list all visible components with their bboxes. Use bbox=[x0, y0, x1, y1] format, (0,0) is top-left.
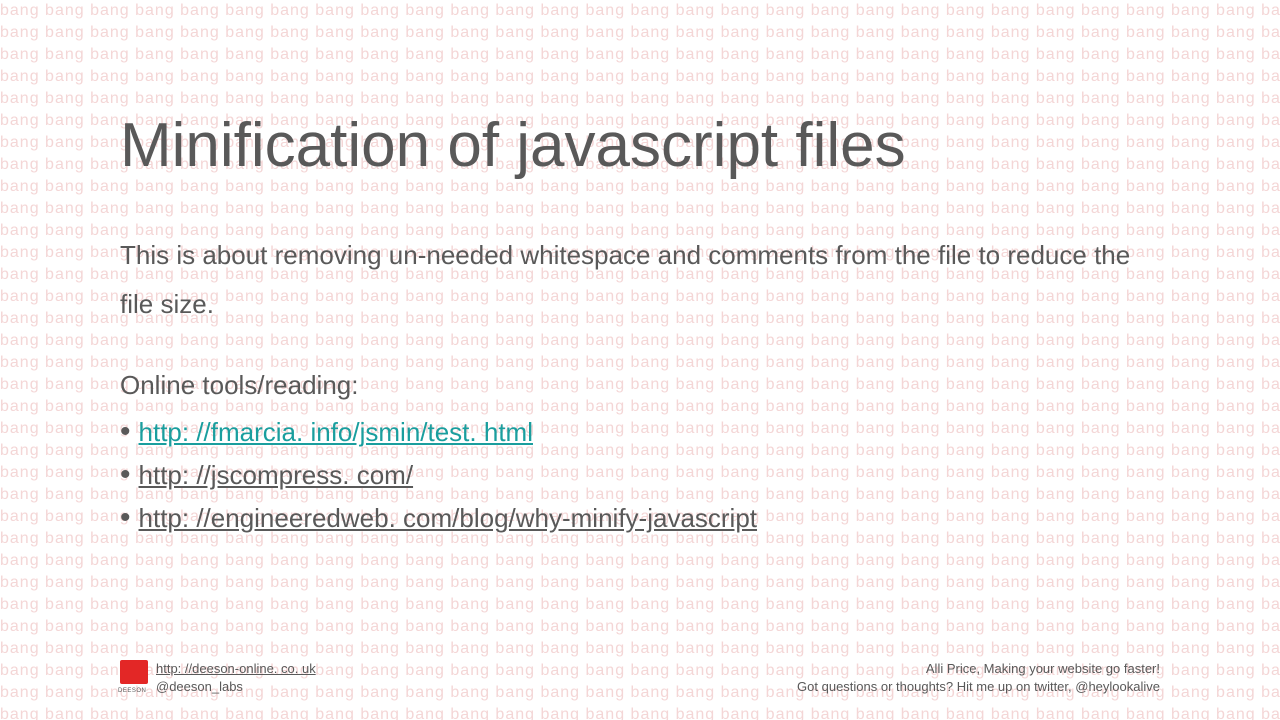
slide-footer: DEESON http: //deeson-online. co. uk @de… bbox=[0, 660, 1280, 696]
list-item: • http: //fmarcia. info/jsmin/test. html bbox=[120, 417, 1160, 448]
logo-label: DEESON bbox=[118, 688, 146, 694]
list-item: • http: //engineeredweb. com/blog/why-mi… bbox=[120, 503, 1160, 534]
slide-content: Minification of javascript files This is… bbox=[0, 0, 1280, 534]
bullet-icon: • bbox=[120, 503, 131, 533]
link-list: • http: //fmarcia. info/jsmin/test. html… bbox=[120, 417, 1160, 534]
bullet-icon: • bbox=[120, 417, 131, 447]
footer-handle: @deeson_labs bbox=[156, 679, 243, 694]
subheading: Online tools/reading: bbox=[120, 370, 1160, 401]
footer-left: DEESON http: //deeson-online. co. uk @de… bbox=[120, 660, 316, 696]
footer-right: Alli Price, Making your website go faste… bbox=[797, 660, 1160, 696]
footer-url[interactable]: http: //deeson-online. co. uk bbox=[156, 660, 316, 678]
link-jsmin[interactable]: http: //fmarcia. info/jsmin/test. html bbox=[139, 417, 533, 448]
slide-body-text: This is about removing un-needed whitesp… bbox=[120, 231, 1160, 330]
slide-title: Minification of javascript files bbox=[120, 110, 1160, 181]
footer-author-line: Alli Price, Making your website go faste… bbox=[797, 660, 1160, 678]
footer-contact-line: Got questions or thoughts? Hit me up on … bbox=[797, 678, 1160, 696]
link-engineeredweb[interactable]: http: //engineeredweb. com/blog/why-mini… bbox=[139, 503, 758, 534]
deeson-logo: DEESON bbox=[120, 660, 148, 684]
link-jscompress[interactable]: http: //jscompress. com/ bbox=[139, 460, 414, 491]
list-item: • http: //jscompress. com/ bbox=[120, 460, 1160, 491]
bullet-icon: • bbox=[120, 460, 131, 490]
footer-left-text: http: //deeson-online. co. uk @deeson_la… bbox=[156, 660, 316, 696]
